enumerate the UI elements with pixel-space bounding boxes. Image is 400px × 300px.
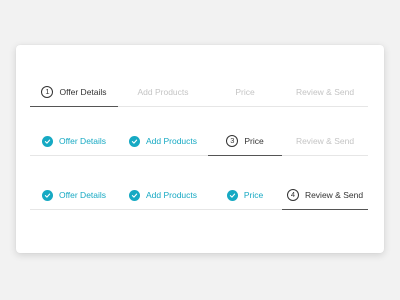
step-label: Add Products bbox=[145, 189, 198, 200]
step-review-send[interactable]: 4 Review & Send bbox=[282, 181, 368, 210]
stepper-2: Offer Details Add Products 3 Price Revie… bbox=[30, 127, 368, 156]
check-icon bbox=[41, 189, 53, 201]
check-icon bbox=[41, 135, 53, 147]
step-offer-details[interactable]: 1 Offer Details bbox=[30, 78, 118, 107]
check-icon bbox=[128, 135, 140, 147]
stepper-1: 1 Offer Details Add Products Price Revie… bbox=[30, 78, 368, 107]
step-label: Offer Details bbox=[58, 135, 107, 146]
step-label: Add Products bbox=[145, 135, 198, 146]
step-label: Add Products bbox=[137, 86, 189, 97]
step-offer-details[interactable]: Offer Details bbox=[30, 127, 118, 155]
step-add-products[interactable]: Add Products bbox=[118, 78, 208, 106]
step-add-products[interactable]: Add Products bbox=[118, 181, 208, 209]
step-label: Offer Details bbox=[58, 189, 107, 200]
step-label: Price bbox=[235, 86, 255, 97]
step-review-send[interactable]: Review & Send bbox=[282, 127, 368, 155]
step-review-send[interactable]: Review & Send bbox=[282, 78, 368, 106]
step-label: Price bbox=[243, 189, 264, 200]
check-icon bbox=[226, 189, 238, 201]
step-label: Offer Details bbox=[59, 86, 107, 97]
step-number-badge: 1 bbox=[41, 86, 54, 98]
step-add-products[interactable]: Add Products bbox=[118, 127, 208, 155]
step-offer-details[interactable]: Offer Details bbox=[30, 181, 118, 209]
step-label: Review & Send bbox=[295, 86, 355, 97]
step-label: Review & Send bbox=[304, 189, 364, 200]
step-price[interactable]: Price bbox=[208, 181, 282, 209]
check-icon bbox=[128, 189, 140, 201]
step-number-badge: 4 bbox=[286, 189, 299, 201]
stepper-card: 1 Offer Details Add Products Price Revie… bbox=[16, 45, 384, 253]
stepper-3: Offer Details Add Products Price 4 Revie… bbox=[30, 181, 368, 210]
step-price[interactable]: 3 Price bbox=[208, 127, 282, 156]
step-label: Review & Send bbox=[295, 135, 355, 146]
step-label: Price bbox=[244, 135, 264, 146]
step-number-badge: 3 bbox=[226, 135, 239, 147]
step-price[interactable]: Price bbox=[208, 78, 282, 106]
